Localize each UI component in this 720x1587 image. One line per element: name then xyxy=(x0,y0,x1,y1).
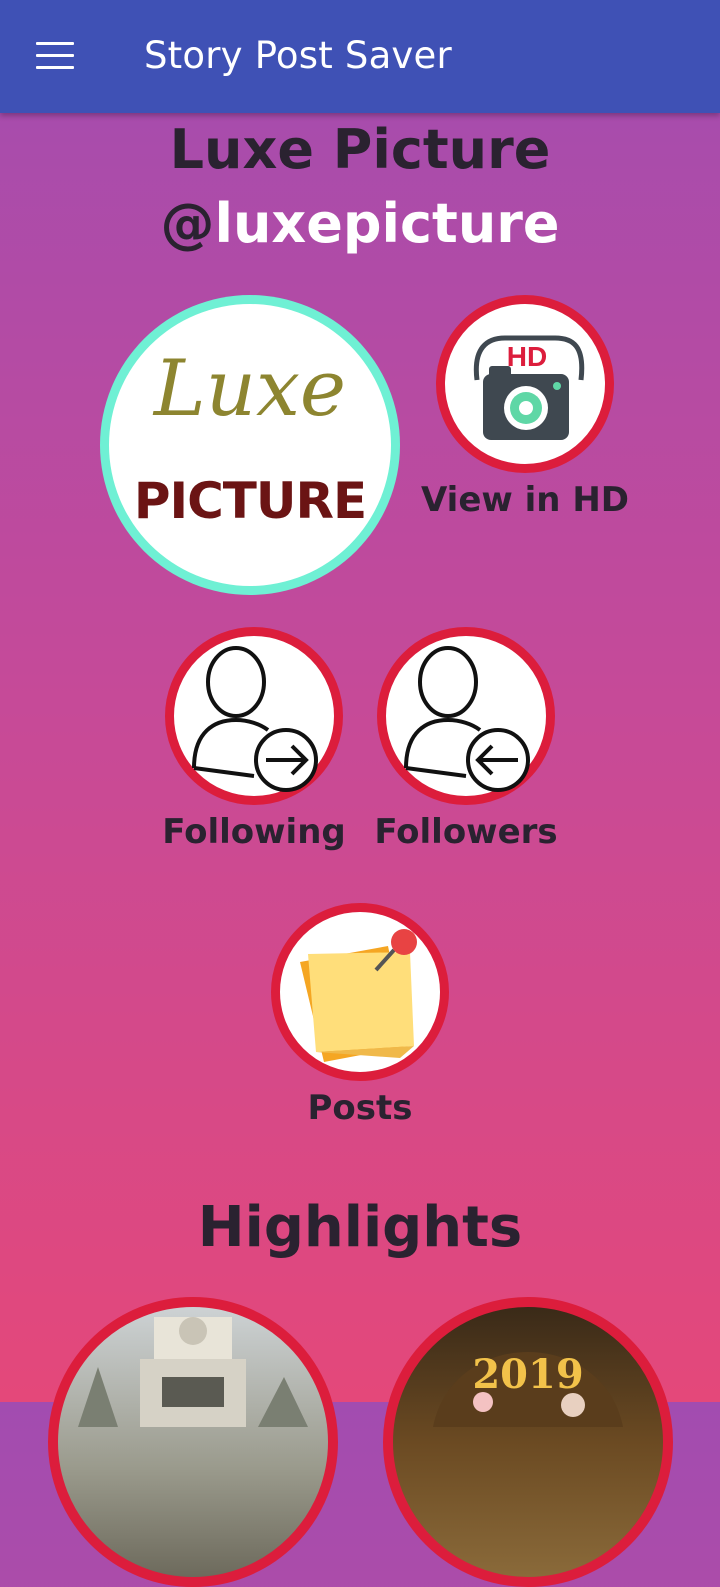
app-title: Story Post Saver xyxy=(144,34,452,77)
handle-at-sign: @ xyxy=(160,192,215,255)
following-label: Following xyxy=(162,812,346,852)
highlight-item[interactable] xyxy=(48,1297,338,1587)
hamburger-menu-icon[interactable] xyxy=(36,40,76,72)
profile-name: Luxe Picture xyxy=(169,118,551,181)
avatar-logo-word: PICTURE xyxy=(133,472,367,530)
view-hd-button[interactable]: HD xyxy=(436,295,614,473)
highlight-year: 2019 xyxy=(472,1351,584,1398)
highlight-item[interactable]: 2019 xyxy=(383,1297,673,1587)
highlight-thumbnail xyxy=(78,1317,308,1427)
followers-label: Followers xyxy=(374,812,558,852)
avatar-logo: Luxe PICTURE xyxy=(109,304,391,586)
posts-button[interactable] xyxy=(271,903,449,1081)
sticky-note-pin-icon xyxy=(300,929,417,1062)
view-hd-label: View in HD xyxy=(420,480,630,520)
hd-camera-icon: HD xyxy=(473,335,585,440)
following-button[interactable] xyxy=(165,627,343,805)
svg-text:HD: HD xyxy=(507,341,547,372)
app-bar: Story Post Saver xyxy=(0,0,720,113)
avatar-logo-script: Luxe xyxy=(153,344,347,434)
profile-handle: @luxepicture xyxy=(0,192,720,255)
followers-button[interactable] xyxy=(377,627,555,805)
highlights-title: Highlights xyxy=(197,1195,523,1260)
posts-label: Posts xyxy=(307,1088,413,1128)
handle-text: luxepicture xyxy=(214,192,560,255)
profile-avatar[interactable]: Luxe PICTURE xyxy=(100,295,400,595)
followers-user-icon xyxy=(404,646,530,792)
following-user-icon xyxy=(192,646,318,792)
